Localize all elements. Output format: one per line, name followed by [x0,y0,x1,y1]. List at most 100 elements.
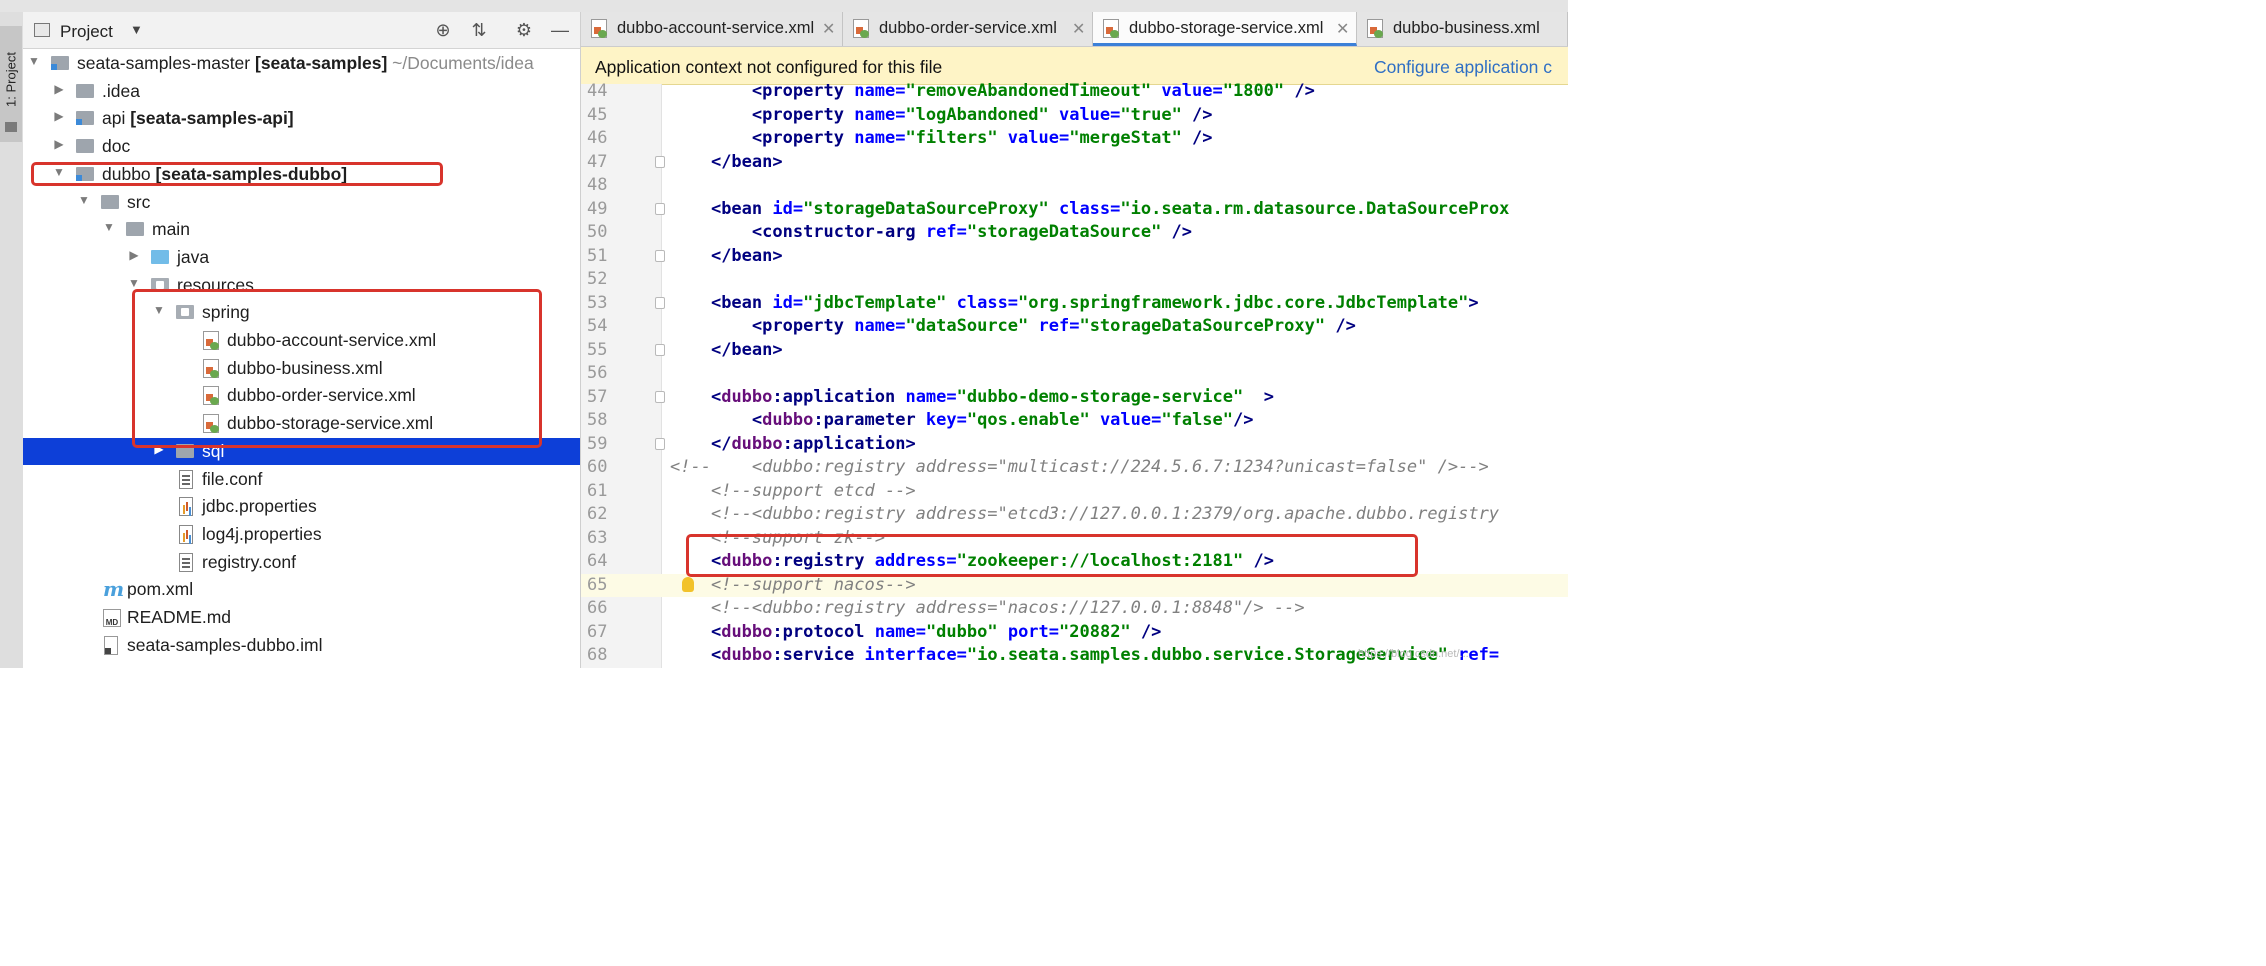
line-number: 67 [587,621,608,642]
tree-item-label: seata-samples-dubbo.iml [127,634,323,655]
minimize-icon[interactable]: — [549,19,571,41]
tree-item-label: main [152,219,190,240]
tree-item-label: log4j.properties [202,523,322,544]
line-number: 68 [587,645,608,665]
code-line-65[interactable]: 65 <!--support nacos--> [581,573,1568,597]
line-number: 52 [587,269,608,289]
chevron-down-icon[interactable]: ▼ [102,220,116,234]
code-line-46[interactable]: 46 <property name="filters" value="merge… [581,127,1568,151]
tree-item-label: seata-samples-master [seata-samples] ~/D… [77,53,534,73]
close-icon[interactable]: ✕ [822,19,835,39]
fold-marker-icon[interactable] [655,343,665,356]
tab-label: dubbo-business.xml [1393,19,1540,37]
collapse-all-icon[interactable]: ⇅ [468,19,490,41]
code-text: <!--<dubbo:registry address="etcd3://127… [710,504,1500,524]
folder-icon [76,83,94,98]
folder-icon [101,194,119,209]
highlight-box-dubbo-module [31,162,443,186]
chevron-right-icon[interactable]: ▶ [52,137,66,151]
fold-marker-icon[interactable] [655,390,665,403]
tree-item-file-conf[interactable]: file.conf [23,466,580,493]
code-area[interactable]: 44 <property name="removeAbandonedTimeou… [581,81,1568,668]
close-icon[interactable]: ✕ [1336,19,1349,39]
code-line-51[interactable]: 51 </bean> [581,245,1568,269]
code-line-66[interactable]: 66 <!--<dubbo:registry address="nacos://… [581,597,1568,621]
folder-icon [126,222,144,237]
code-line-45[interactable]: 45 <property name="logAbandoned" value="… [581,104,1568,128]
module-folder-icon [51,56,69,70]
tree-item-seata-samples-master[interactable]: ▼ seata-samples-master [seata-samples] ~… [23,50,580,77]
line-number: 61 [587,480,608,501]
code-text: <!--<dubbo:registry address="nacos://127… [710,598,1305,618]
code-line-60[interactable]: 60 <!-- <dubbo:registry address="multicas… [581,456,1568,480]
code-line-54[interactable]: 54 <property name="dataSource" ref="stor… [581,315,1568,339]
tree-item-jdbc-properties[interactable]: jdbc.properties [23,493,580,520]
code-line-56[interactable]: 56 [581,362,1568,386]
tree-item-readme-md[interactable]: MD README.md [23,604,580,631]
line-number: 49 [587,198,608,219]
tab-dubbo-account-service[interactable]: dubbo-account-service.xml ✕ [581,12,843,46]
line-number: 63 [587,527,608,548]
tree-item-main[interactable]: ▼ main [23,216,580,243]
tree-item-java[interactable]: ▶ java [23,244,580,271]
code-text: <dubbo:application name="dubbo-demo-stor… [710,386,1274,407]
code-line-58[interactable]: 58 <dubbo:parameter key="qos.enable" val… [581,409,1568,433]
tree-item-registry-conf[interactable]: registry.conf [23,549,580,576]
code-line-55[interactable]: 55 </bean> [581,339,1568,363]
chevron-down-icon[interactable]: ▼ [127,276,141,290]
code-text: <property name="dataSource" ref="storage… [751,316,1356,336]
tree-item-api[interactable]: ▶ api [seata-samples-api] [23,105,580,132]
code-text: </dubbo:application> [710,433,916,454]
crosshair-icon[interactable]: ⊕ [432,19,454,41]
folder-icon [76,139,94,154]
tree-item-src[interactable]: ▼ src [23,189,580,216]
tree-item-doc[interactable]: ▶ doc [23,133,580,160]
project-title[interactable]: Project [60,22,113,42]
tree-item-log4j-properties[interactable]: log4j.properties [23,521,580,548]
chevron-right-icon[interactable]: ▶ [127,248,141,262]
line-number: 54 [587,316,608,336]
tree-item-iml[interactable]: seata-samples-dubbo.iml [23,632,580,659]
tab-dubbo-order-service[interactable]: dubbo-order-service.xml ✕ [843,12,1093,46]
tree-item-pom-xml[interactable]: m pom.xml [23,576,580,603]
tree-item-idea[interactable]: ▶ .idea [23,78,580,105]
code-line-67[interactable]: 67 <dubbo:protocol name="dubbo" port="20… [581,621,1568,645]
fold-marker-icon[interactable] [655,437,665,450]
code-text: <!-- <dubbo:registry address="multicast:… [670,457,1489,477]
project-view-icon [34,23,50,37]
fold-marker-icon[interactable] [655,202,665,215]
code-line-47[interactable]: 47 </bean> [581,151,1568,175]
tab-dubbo-storage-service[interactable]: dubbo-storage-service.xml ✕ [1093,12,1357,46]
tree-item-label: file.conf [202,468,263,489]
fold-marker-icon[interactable] [655,249,665,262]
tree-item-label: registry.conf [202,551,297,572]
code-line-57[interactable]: 57 <dubbo:application name="dubbo-demo-s… [581,386,1568,410]
tab-dubbo-business[interactable]: dubbo-business.xml [1357,12,1568,46]
configure-application-link[interactable]: Configure application c [1374,57,1552,78]
code-line-53[interactable]: 53 <bean id="jdbcTemplate" class="org.sp… [581,292,1568,316]
tree-item-label: pom.xml [127,579,194,600]
code-line-49[interactable]: 49 <bean id="storageDataSourceProxy" cla… [581,198,1568,222]
code-line-48[interactable]: 48 [581,174,1568,198]
fold-marker-icon[interactable] [655,296,665,309]
chevron-down-icon[interactable]: ▼ [77,193,91,207]
chevron-right-icon[interactable]: ▶ [52,82,66,96]
chevron-down-icon[interactable]: ▼ [130,22,143,37]
module-folder-icon [76,111,94,126]
line-number: 58 [587,410,608,430]
text-file-icon [179,469,193,489]
code-line-52[interactable]: 52 [581,268,1568,292]
code-line-59[interactable]: 59 </dubbo:application> [581,433,1568,457]
code-line-44[interactable]: 44 <property name="removeAbandonedTimeou… [581,80,1568,104]
code-line-62[interactable]: 62 <!--<dubbo:registry address="etcd3://… [581,503,1568,527]
line-number: 59 [587,433,608,454]
code-line-50[interactable]: 50 <constructor-arg ref="storageDataSour… [581,221,1568,245]
chevron-down-icon[interactable]: ▼ [27,54,41,68]
chevron-right-icon[interactable]: ▶ [52,109,66,123]
gear-icon[interactable]: ⚙ [513,19,535,41]
code-line-61[interactable]: 61 <!--support etcd --> [581,480,1568,504]
fold-marker-icon[interactable] [655,155,665,168]
close-icon[interactable]: ✕ [1072,19,1085,39]
line-number: 60 [587,457,608,477]
project-side-tab[interactable]: 1: Project [0,26,22,142]
